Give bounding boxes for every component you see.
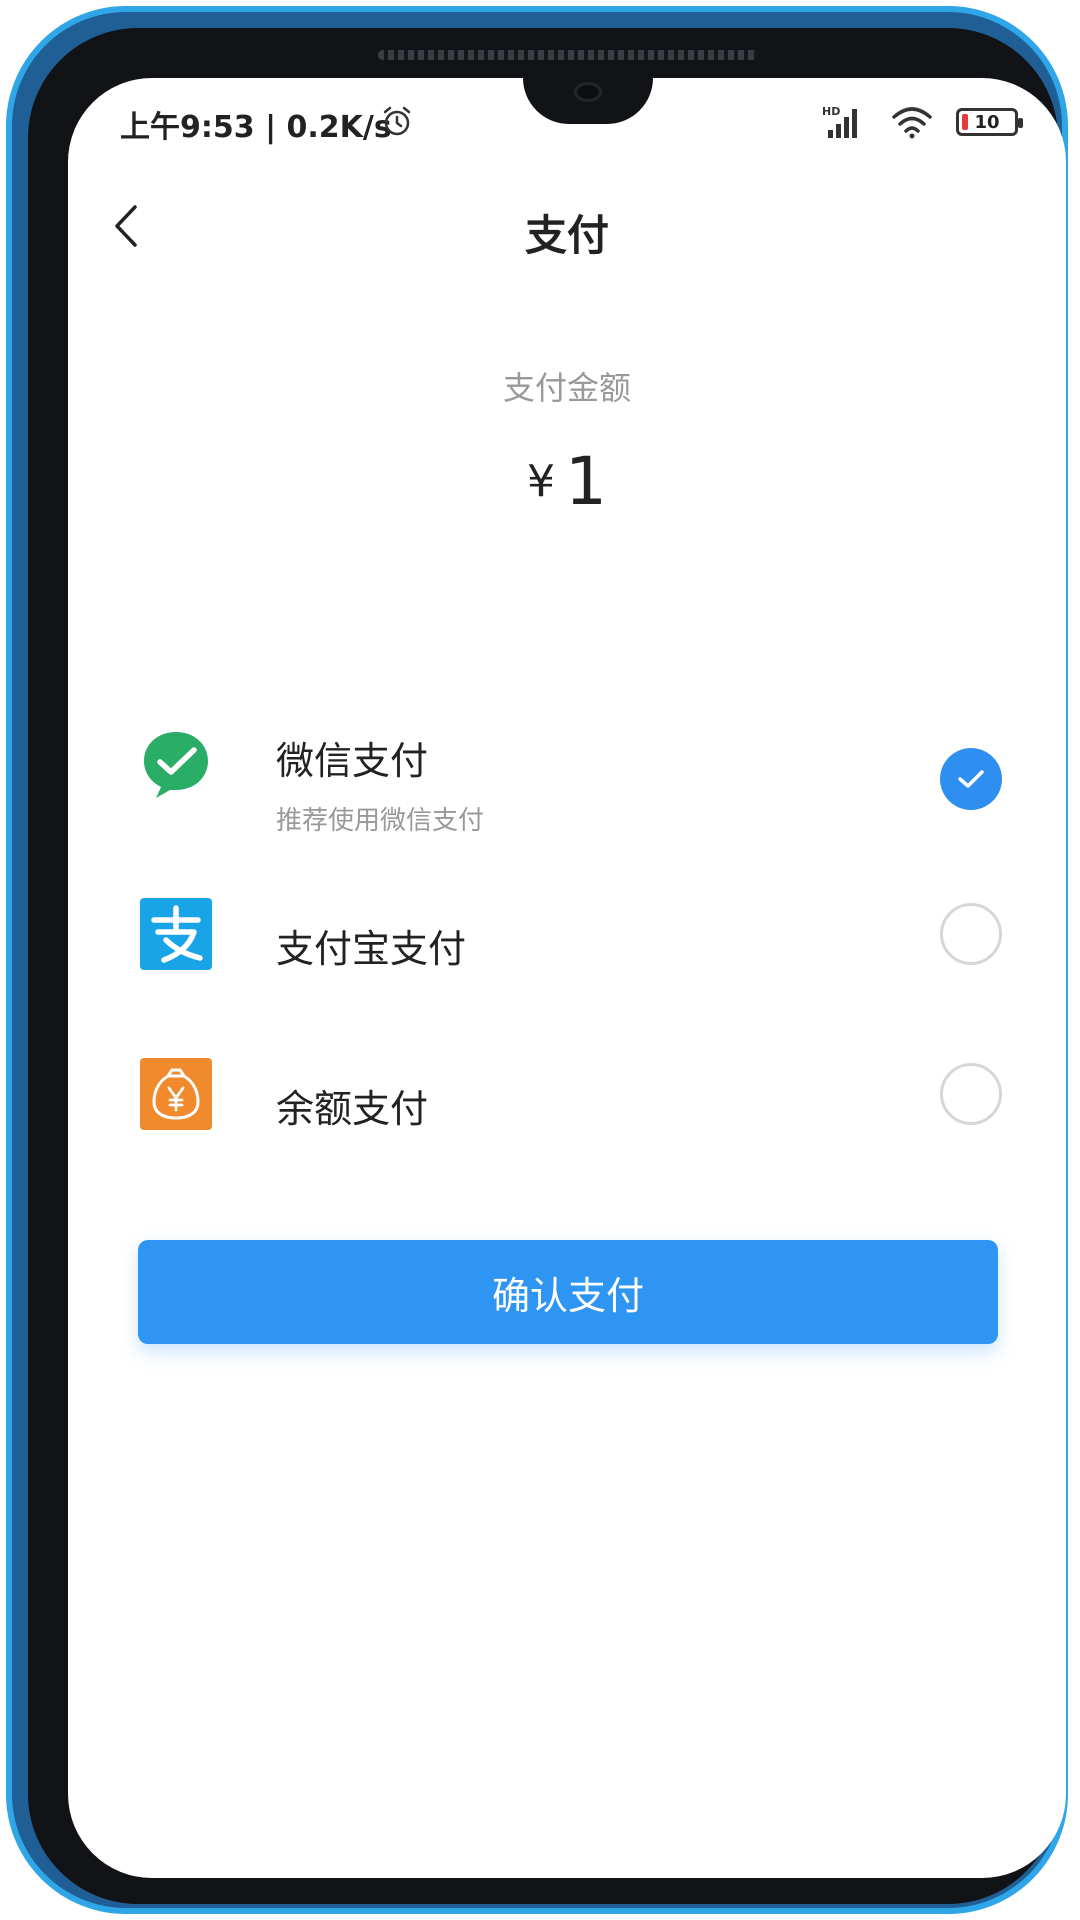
payment-option-title: 余额支付 (276, 1087, 429, 1131)
wechat-pay-icon (144, 732, 208, 798)
amount-value: ¥1 (68, 443, 1066, 520)
amount-number: 1 (565, 443, 607, 520)
payment-option-title: 支付宝支付 (276, 927, 467, 971)
payment-option-wechat[interactable]: 微信支付 推荐使用微信支付 (68, 688, 1066, 838)
payment-option-subtitle: 推荐使用微信支付 (276, 806, 485, 836)
page-title: 支付 (524, 211, 609, 260)
signal-icon: HD (822, 105, 857, 138)
alipay-icon (140, 898, 212, 970)
alarm-icon (383, 106, 411, 136)
radio-unselected[interactable] (940, 903, 1002, 965)
status-icons: HD 10 (822, 104, 1023, 140)
payment-option-alipay[interactable]: 支付宝支付 (68, 868, 1066, 1018)
confirm-pay-button[interactable]: 确认支付 (138, 1240, 998, 1344)
radio-unselected[interactable] (940, 1063, 1002, 1125)
phone-frame: 上午9:53 | 0.2K/s HD 10 支付 支付金额 ¥ 1 微信支付 推… (6, 6, 1068, 1914)
battery-indicator: 10 (956, 108, 1023, 136)
amount-label: 支付金额 (502, 369, 631, 407)
phone-bezel: 上午9:53 | 0.2K/s HD 10 支付 支付金额 ¥ 1 微信支付 推… (28, 28, 1066, 1904)
payment-option-title: 微信支付 (276, 739, 429, 783)
battery-level (962, 114, 968, 130)
svg-text:HD: HD (822, 105, 840, 118)
status-time: 上午9:53 | 0.2K/s (120, 110, 392, 145)
screen: 上午9:53 | 0.2K/s HD 10 支付 支付金额 ¥ 1 微信支付 推… (68, 78, 1066, 1878)
currency-symbol: ¥ (527, 456, 555, 507)
check-icon (958, 770, 984, 788)
radio-selected[interactable] (940, 748, 1002, 810)
header: 支付 (68, 178, 1066, 268)
money-bag-icon (140, 1058, 212, 1130)
payment-option-balance[interactable]: 余额支付 (68, 1028, 1066, 1178)
wifi-icon (892, 107, 932, 139)
status-bar: 上午9:53 | 0.2K/s HD 10 (68, 96, 1066, 156)
battery-text: 10 (974, 111, 1000, 133)
speaker-grill (378, 50, 758, 60)
